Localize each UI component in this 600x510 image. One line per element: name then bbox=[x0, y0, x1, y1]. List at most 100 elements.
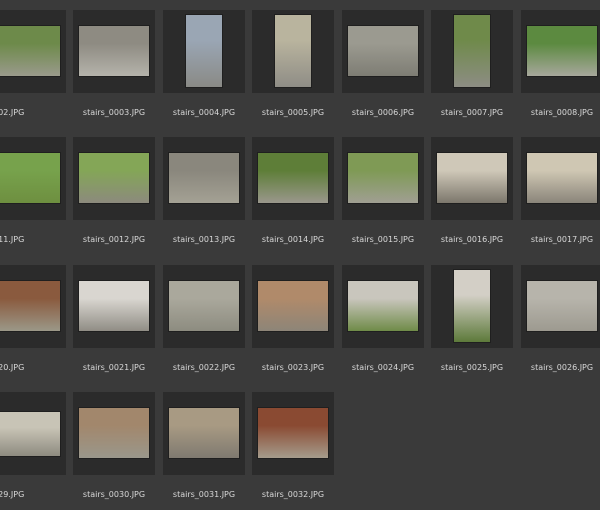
filename-label: _0029.JPG bbox=[0, 490, 25, 499]
thumbnail-item[interactable]: stairs_0015.JPG bbox=[342, 137, 424, 255]
filename-label: stairs_0013.JPG bbox=[172, 235, 236, 244]
thumbnail-item[interactable]: stairs_0003.JPG bbox=[73, 10, 155, 128]
filename-label: _0020.JPG bbox=[0, 363, 25, 372]
thumbnail-item[interactable]: stairs_0013.JPG bbox=[163, 137, 245, 255]
thumbnail-image[interactable] bbox=[0, 281, 60, 331]
thumbnail-item[interactable]: stairs_0023.JPG bbox=[252, 265, 334, 383]
thumbnail-image[interactable] bbox=[0, 153, 60, 203]
thumbnail-card[interactable] bbox=[521, 265, 600, 348]
thumbnail-item[interactable]: stairs_0007.JPG bbox=[431, 10, 513, 128]
thumbnail-card[interactable] bbox=[431, 265, 513, 348]
thumbnail-item[interactable]: _0002.JPG bbox=[0, 10, 66, 128]
thumbnail-item[interactable]: stairs_0021.JPG bbox=[73, 265, 155, 383]
filename-label: stairs_0025.JPG bbox=[440, 363, 504, 372]
thumbnail-item[interactable]: stairs_0008.JPG bbox=[521, 10, 600, 128]
thumbnail-item[interactable]: stairs_0022.JPG bbox=[163, 265, 245, 383]
filename-label: stairs_0023.JPG bbox=[261, 363, 325, 372]
thumbnail-card[interactable] bbox=[73, 10, 155, 93]
thumbnail-image[interactable] bbox=[79, 408, 149, 458]
thumbnail-image[interactable] bbox=[348, 153, 418, 203]
thumbnail-image[interactable] bbox=[454, 15, 490, 87]
thumbnail-image[interactable] bbox=[258, 281, 328, 331]
thumbnail-item[interactable]: stairs_0026.JPG bbox=[521, 265, 600, 383]
thumbnail-card[interactable] bbox=[521, 137, 600, 220]
filename-label: stairs_0008.JPG bbox=[530, 108, 594, 117]
thumbnail-image[interactable] bbox=[0, 412, 60, 456]
thumbnail-card[interactable] bbox=[431, 10, 513, 93]
thumbnail-image[interactable] bbox=[0, 26, 60, 76]
thumbnail-card[interactable] bbox=[342, 265, 424, 348]
filename-label: _0002.JPG bbox=[0, 108, 25, 117]
thumbnail-image[interactable] bbox=[348, 26, 418, 76]
filename-label: stairs_0017.JPG bbox=[530, 235, 594, 244]
thumbnail-card[interactable] bbox=[163, 137, 245, 220]
thumbnail-image[interactable] bbox=[79, 26, 149, 76]
filename-label: stairs_0004.JPG bbox=[172, 108, 236, 117]
thumbnail-item[interactable]: stairs_0032.JPG bbox=[252, 392, 334, 510]
thumbnail-grid: _0002.JPGstairs_0003.JPGstairs_0004.JPGs… bbox=[0, 0, 600, 500]
thumbnail-image[interactable] bbox=[527, 153, 597, 203]
thumbnail-card[interactable] bbox=[0, 265, 66, 348]
thumbnail-card[interactable] bbox=[0, 392, 66, 475]
thumbnail-card[interactable] bbox=[73, 137, 155, 220]
thumbnail-image[interactable] bbox=[169, 408, 239, 458]
filename-label: stairs_0031.JPG bbox=[172, 490, 236, 499]
thumbnail-image[interactable] bbox=[186, 15, 222, 87]
filename-label: stairs_0016.JPG bbox=[440, 235, 504, 244]
thumbnail-item[interactable]: stairs_0030.JPG bbox=[73, 392, 155, 510]
thumbnail-card[interactable] bbox=[252, 392, 334, 475]
filename-label: stairs_0032.JPG bbox=[261, 490, 325, 499]
thumbnail-card[interactable] bbox=[342, 137, 424, 220]
thumbnail-image[interactable] bbox=[348, 281, 418, 331]
filename-label: stairs_0022.JPG bbox=[172, 363, 236, 372]
filename-label: stairs_0030.JPG bbox=[82, 490, 146, 499]
filename-label: _0011.JPG bbox=[0, 235, 25, 244]
thumbnail-image[interactable] bbox=[454, 270, 490, 342]
thumbnail-item[interactable]: stairs_0031.JPG bbox=[163, 392, 245, 510]
thumbnail-item[interactable]: stairs_0017.JPG bbox=[521, 137, 600, 255]
thumbnail-card[interactable] bbox=[163, 10, 245, 93]
thumbnail-item[interactable]: stairs_0012.JPG bbox=[73, 137, 155, 255]
thumbnail-image[interactable] bbox=[258, 153, 328, 203]
thumbnail-card[interactable] bbox=[73, 392, 155, 475]
thumbnail-item[interactable]: stairs_0005.JPG bbox=[252, 10, 334, 128]
thumbnail-card[interactable] bbox=[252, 265, 334, 348]
thumbnail-image[interactable] bbox=[527, 281, 597, 331]
filename-label: stairs_0003.JPG bbox=[82, 108, 146, 117]
filename-label: stairs_0026.JPG bbox=[530, 363, 594, 372]
thumbnail-item[interactable]: stairs_0025.JPG bbox=[431, 265, 513, 383]
filename-label: stairs_0005.JPG bbox=[261, 108, 325, 117]
thumbnail-image[interactable] bbox=[258, 408, 328, 458]
thumbnail-card[interactable] bbox=[431, 137, 513, 220]
thumbnail-item[interactable]: stairs_0004.JPG bbox=[163, 10, 245, 128]
thumbnail-card[interactable] bbox=[0, 137, 66, 220]
filename-label: stairs_0024.JPG bbox=[351, 363, 415, 372]
thumbnail-card[interactable] bbox=[342, 10, 424, 93]
thumbnail-item[interactable]: _0029.JPG bbox=[0, 392, 66, 510]
thumbnail-card[interactable] bbox=[0, 10, 66, 93]
thumbnail-item[interactable]: _0011.JPG bbox=[0, 137, 66, 255]
thumbnail-card[interactable] bbox=[521, 10, 600, 93]
thumbnail-item[interactable]: stairs_0024.JPG bbox=[342, 265, 424, 383]
thumbnail-card[interactable] bbox=[73, 265, 155, 348]
thumbnail-image[interactable] bbox=[275, 15, 311, 87]
thumbnail-image[interactable] bbox=[527, 26, 597, 76]
thumbnail-image[interactable] bbox=[437, 153, 507, 203]
thumbnail-image[interactable] bbox=[169, 153, 239, 203]
filename-label: stairs_0006.JPG bbox=[351, 108, 415, 117]
thumbnail-card[interactable] bbox=[252, 10, 334, 93]
thumbnail-item[interactable]: stairs_0014.JPG bbox=[252, 137, 334, 255]
filename-label: stairs_0007.JPG bbox=[440, 108, 504, 117]
filename-label: stairs_0012.JPG bbox=[82, 235, 146, 244]
thumbnail-image[interactable] bbox=[169, 281, 239, 331]
thumbnail-item[interactable]: stairs_0006.JPG bbox=[342, 10, 424, 128]
thumbnail-card[interactable] bbox=[163, 392, 245, 475]
thumbnail-item[interactable]: stairs_0016.JPG bbox=[431, 137, 513, 255]
thumbnail-image[interactable] bbox=[79, 153, 149, 203]
filename-label: stairs_0015.JPG bbox=[351, 235, 415, 244]
thumbnail-item[interactable]: _0020.JPG bbox=[0, 265, 66, 383]
filename-label: stairs_0014.JPG bbox=[261, 235, 325, 244]
thumbnail-card[interactable] bbox=[252, 137, 334, 220]
thumbnail-image[interactable] bbox=[79, 281, 149, 331]
thumbnail-card[interactable] bbox=[163, 265, 245, 348]
